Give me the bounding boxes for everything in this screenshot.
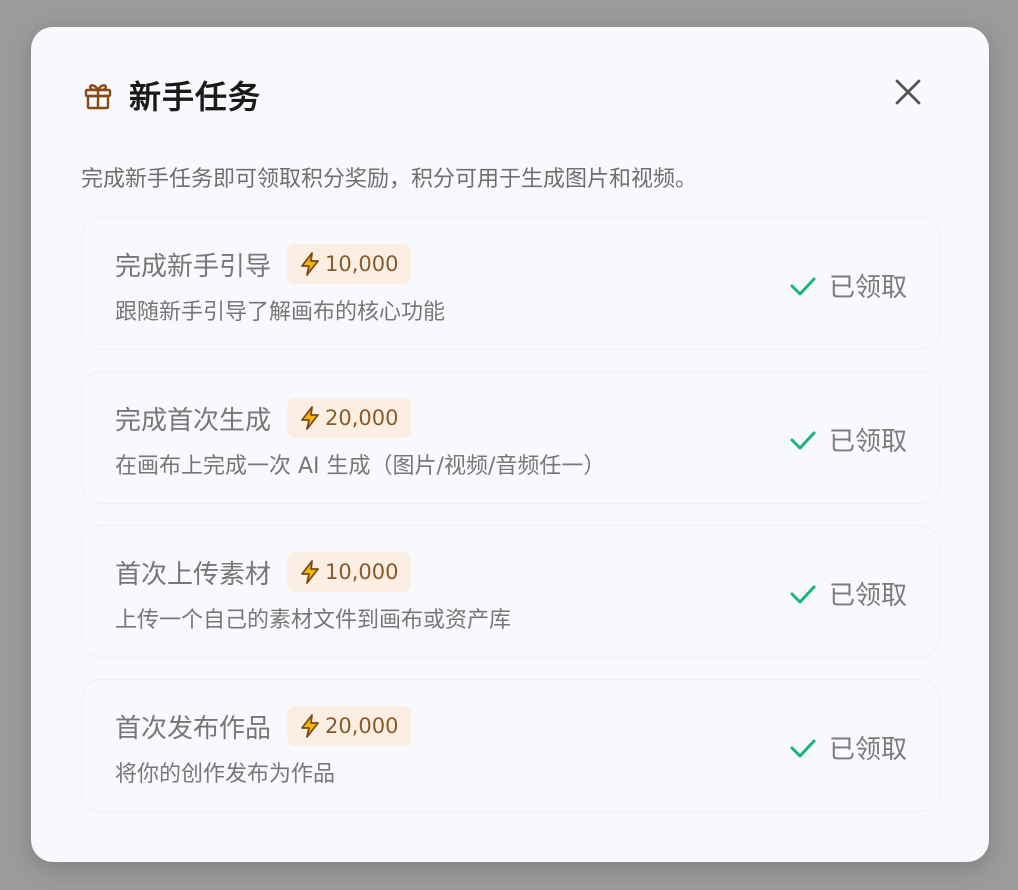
dialog-subtitle: 完成新手任务即可领取积分奖励，积分可用于生成图片和视频。 [81,167,698,192]
bolt-icon [299,406,321,430]
close-icon [894,78,922,110]
task-title-row: 首次发布作品 20,000 [115,706,411,746]
check-icon [789,580,817,608]
task-status: 已领取 [789,729,907,766]
bolt-icon [299,560,321,584]
check-icon [789,426,817,454]
task-card: 完成首次生成 20,000 在画布上完成一次 AI 生成（图片/视频/音频任一） [81,371,940,504]
reward-badge: 20,000 [287,398,411,438]
task-description: 在画布上完成一次 AI 生成（图片/视频/音频任一） [115,454,606,479]
status-label: 已领取 [828,735,907,765]
task-status: 已领取 [789,575,907,612]
task-status: 已领取 [789,421,907,458]
reward-amount: 20,000 [325,406,399,430]
reward-badge: 10,000 [287,552,411,592]
task-title-row: 完成首次生成 20,000 [115,398,411,438]
task-card: 首次上传素材 10,000 上传一个自己的素材文件到画布或资产库 已领取 [81,525,940,658]
reward-badge: 20,000 [287,706,411,746]
bolt-icon [299,252,321,276]
task-title: 完成首次生成 [115,405,272,436]
status-label: 已领取 [828,581,907,611]
close-button[interactable] [889,75,927,113]
reward-amount: 10,000 [325,252,399,276]
dialog-title: 新手任务 [129,78,262,116]
reward-amount: 20,000 [325,714,399,738]
task-list: 完成新手引导 10,000 跟随新手引导了解画布的核心功能 已领取 完成首次生成… [81,217,940,833]
check-icon [789,272,817,300]
reward-amount: 10,000 [325,560,399,584]
task-title: 首次上传素材 [115,559,272,590]
gift-icon [81,78,115,112]
task-card: 首次发布作品 20,000 将你的创作发布为作品 已领取 [81,679,940,812]
bolt-icon [299,714,321,738]
task-description: 将你的创作发布为作品 [115,762,336,787]
reward-badge: 10,000 [287,244,411,284]
task-description: 上传一个自己的素材文件到画布或资产库 [115,608,512,633]
task-status: 已领取 [789,267,907,304]
status-label: 已领取 [828,427,907,457]
task-card: 完成新手引导 10,000 跟随新手引导了解画布的核心功能 已领取 [81,217,940,350]
task-title-row: 完成新手引导 10,000 [115,244,411,284]
task-title: 完成新手引导 [115,251,272,282]
task-title: 首次发布作品 [115,713,272,744]
dialog-header: 新手任务 [81,75,262,116]
task-title-row: 首次上传素材 10,000 [115,552,411,592]
new-user-tasks-dialog: 新手任务 完成新手任务即可领取积分奖励，积分可用于生成图片和视频。 完成新手引导 [31,27,989,862]
task-description: 跟随新手引导了解画布的核心功能 [115,300,446,325]
status-label: 已领取 [828,273,907,303]
check-icon [789,734,817,762]
